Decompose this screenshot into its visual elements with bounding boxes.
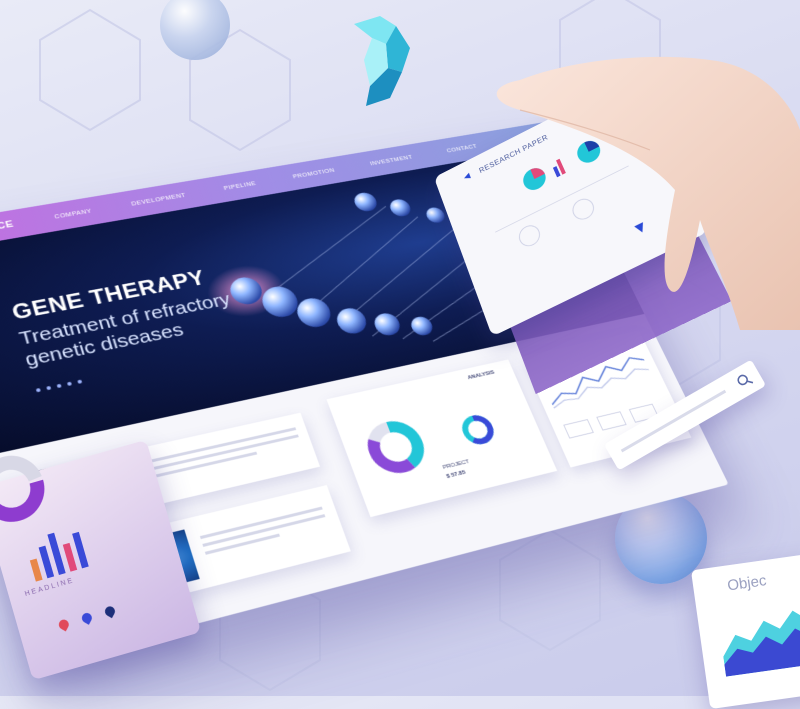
object-chart-card: Objec xyxy=(691,551,800,709)
analysis-label: ANALYSIS xyxy=(467,370,496,381)
map-pin-icon-blue xyxy=(80,611,94,625)
crystal-ring-icon xyxy=(346,14,416,110)
nav-item-pipeline[interactable]: PIPELINE xyxy=(223,181,257,192)
search-icon[interactable] xyxy=(734,370,756,392)
donut-chart-small xyxy=(455,410,501,449)
nav-item-development[interactable]: DEVELOPMENT xyxy=(131,192,187,207)
map-pin-icon-red xyxy=(57,618,71,632)
object-chart-title: Objec xyxy=(726,572,767,594)
area-chart xyxy=(716,592,800,677)
map-pin-icon-navy xyxy=(103,605,117,619)
project-label: PROJECT xyxy=(442,459,470,471)
nav-item-promotion[interactable]: PROMOTION xyxy=(292,167,335,179)
hand-image xyxy=(460,40,800,330)
donut-chart-large xyxy=(357,414,434,481)
brand-logo[interactable]: IO SCIENCE xyxy=(0,219,15,240)
carousel-dots[interactable] xyxy=(36,380,83,393)
project-value: $ 57.85 xyxy=(446,470,467,480)
nav-item-investment[interactable]: INVESTMENT xyxy=(369,154,413,166)
nav-item-company[interactable]: COMPANY xyxy=(54,208,93,220)
analytics-card: ANALYSIS PROJECT $ 57.85 xyxy=(326,359,557,517)
